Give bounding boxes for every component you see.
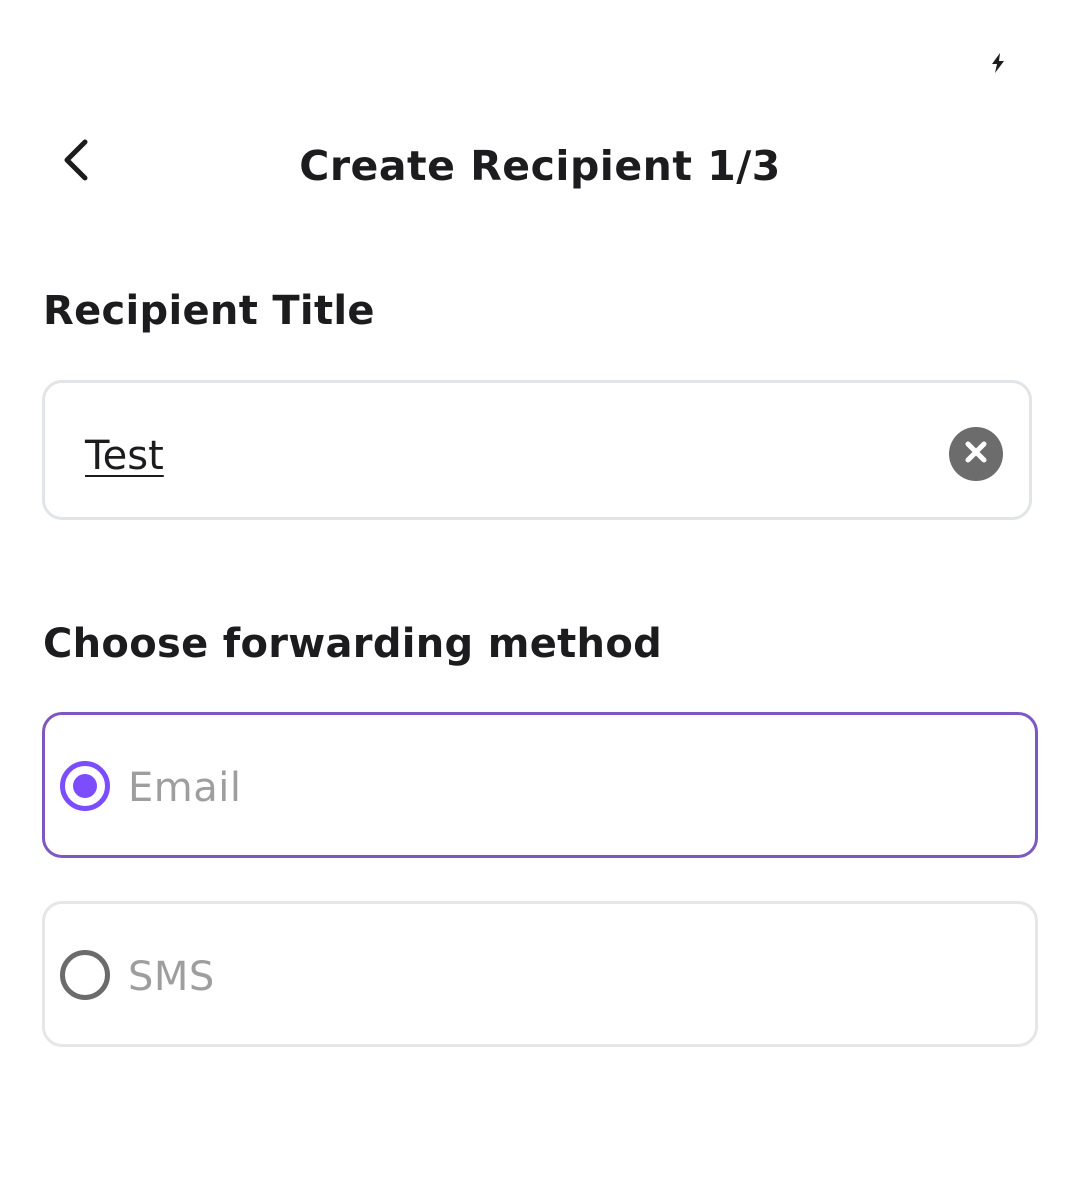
email-option[interactable]: Email (42, 712, 1038, 858)
page-title: Create Recipient 1/3 (299, 142, 781, 190)
lightning-bolt-icon (988, 52, 1008, 74)
forwarding-method-label: Choose forwarding method (43, 621, 663, 667)
sms-option[interactable]: SMS (42, 901, 1038, 1047)
clear-text-button[interactable] (949, 427, 1003, 481)
recipient-title-label: Recipient Title (43, 288, 375, 334)
sms-option-label: SMS (128, 954, 215, 1000)
recipient-title-input[interactable]: Test (42, 380, 1032, 520)
close-circle-icon (961, 437, 991, 471)
email-option-label: Email (128, 765, 242, 811)
sms-radio-button[interactable] (60, 950, 110, 1000)
email-radio-button[interactable] (60, 761, 110, 811)
recipient-title-value[interactable]: Test (85, 431, 164, 481)
